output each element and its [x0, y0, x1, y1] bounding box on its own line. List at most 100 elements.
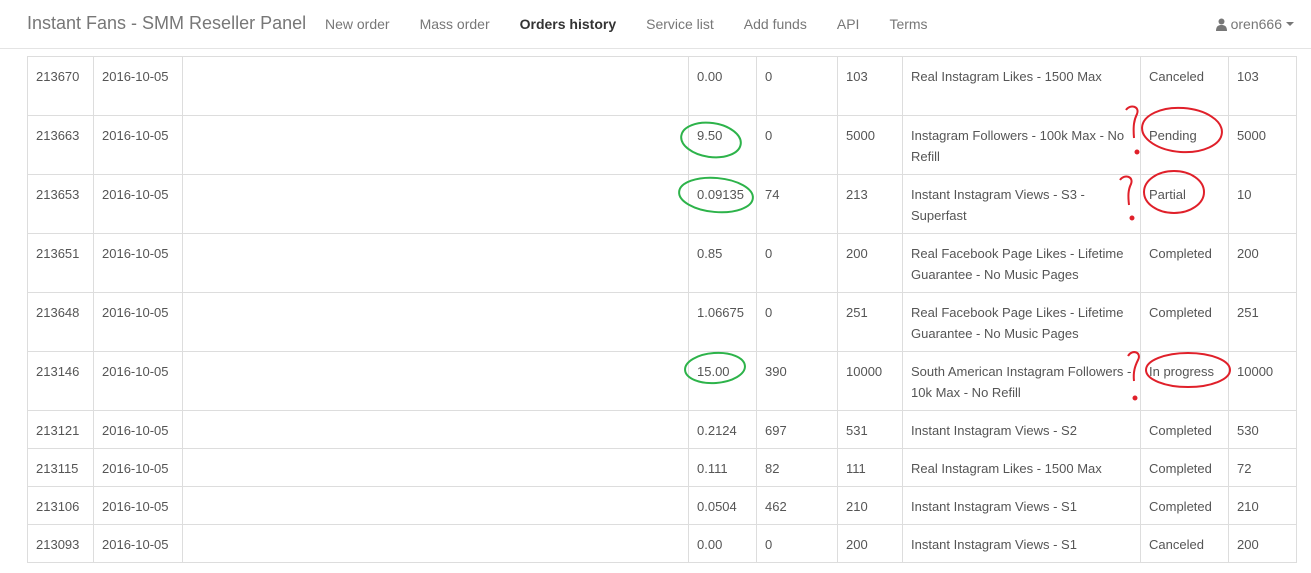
orders-table-wrapper: 213670 2016-10-05 0.00 0 103 Real Instagram L… [27, 56, 1297, 563]
top-navbar: Instant Fans - SMM Reseller Panel New or… [0, 0, 1311, 49]
order-id-cell: 213653 [27, 174, 94, 234]
table-row: 213653 2016-10-05 0.09135 74 213 Instant Inst… [27, 174, 1297, 234]
order-quantity-cell: 111 [837, 448, 903, 487]
order-status-cell: Canceled [1140, 56, 1229, 116]
order-service-cell: Instagram Followers - 100k Max - No Refi… [902, 115, 1141, 175]
table-row: 213115 2016-10-05 0.111 82 111 Real Instagram… [27, 448, 1297, 487]
orders-table: 213670 2016-10-05 0.00 0 103 Real Instagram L… [27, 56, 1297, 563]
order-remains-cell: 200 [1228, 524, 1297, 563]
nav-add-funds[interactable]: Add funds [744, 16, 807, 32]
order-start-count-cell: 390 [756, 351, 838, 411]
order-id-cell: 213106 [27, 486, 94, 525]
order-link-cell [182, 56, 689, 116]
order-date-cell: 2016-10-05 [93, 115, 183, 175]
nav-service-list[interactable]: Service list [646, 16, 714, 32]
order-charge-cell: 15.00 [688, 351, 757, 411]
order-start-count-cell: 0 [756, 524, 838, 563]
table-row: 213651 2016-10-05 0.85 0 200 Real Facebook Pa… [27, 233, 1297, 293]
order-status-cell: Canceled [1140, 524, 1229, 563]
order-status-cell: Completed [1140, 486, 1229, 525]
user-menu-dropdown[interactable]: oren666 [1215, 16, 1294, 32]
order-date-cell: 2016-10-05 [93, 174, 183, 234]
order-date-cell: 2016-10-05 [93, 524, 183, 563]
order-date-cell: 2016-10-05 [93, 486, 183, 525]
order-service-cell: Real Facebook Page Likes - Lifetime Guar… [902, 233, 1141, 293]
order-service-cell: Instant Instagram Views - S3 - Superfast [902, 174, 1141, 234]
order-status-cell: Completed [1140, 410, 1229, 449]
order-remains-cell: 251 [1228, 292, 1297, 352]
order-status-cell: Completed [1140, 292, 1229, 352]
order-id-cell: 213670 [27, 56, 94, 116]
order-link-cell [182, 486, 689, 525]
order-id-cell: 213648 [27, 292, 94, 352]
table-row: 213106 2016-10-05 0.0504 462 210 Instant Inst… [27, 486, 1297, 525]
order-id-cell: 213663 [27, 115, 94, 175]
nav-terms[interactable]: Terms [889, 16, 927, 32]
order-start-count-cell: 462 [756, 486, 838, 525]
order-start-count-cell: 0 [756, 56, 838, 116]
table-row: 213663 2016-10-05 9.50 0 5000 Instagram Follo… [27, 115, 1297, 175]
order-charge-cell: 0.00 [688, 56, 757, 116]
order-remains-cell: 10 [1228, 174, 1297, 234]
order-date-cell: 2016-10-05 [93, 410, 183, 449]
order-id-cell: 213093 [27, 524, 94, 563]
order-quantity-cell: 200 [837, 233, 903, 293]
table-row: 213093 2016-10-05 0.00 0 200 Instant Instagra… [27, 524, 1297, 563]
order-status-cell: Completed [1140, 448, 1229, 487]
order-link-cell [182, 233, 689, 293]
nav-orders-history[interactable]: Orders history [520, 16, 616, 32]
main-nav: New order Mass order Orders history Serv… [325, 16, 928, 32]
order-link-cell [182, 524, 689, 563]
order-charge-cell: 9.50 [688, 115, 757, 175]
chevron-down-icon [1286, 22, 1294, 26]
order-remains-cell: 10000 [1228, 351, 1297, 411]
order-service-cell: South American Instagram Followers - 10k… [902, 351, 1141, 411]
order-start-count-cell: 82 [756, 448, 838, 487]
order-date-cell: 2016-10-05 [93, 448, 183, 487]
order-quantity-cell: 103 [837, 56, 903, 116]
order-date-cell: 2016-10-05 [93, 351, 183, 411]
table-row: 213146 2016-10-05 15.00 390 10000 South Ameri… [27, 351, 1297, 411]
order-status-cell: Pending [1140, 115, 1229, 175]
order-charge-cell: 0.0504 [688, 486, 757, 525]
order-link-cell [182, 292, 689, 352]
order-service-cell: Instant Instagram Views - S1 [902, 524, 1141, 563]
nav-new-order[interactable]: New order [325, 16, 390, 32]
order-status-cell: Completed [1140, 233, 1229, 293]
order-quantity-cell: 251 [837, 292, 903, 352]
user-icon [1215, 18, 1227, 31]
order-service-cell: Real Instagram Likes - 1500 Max [902, 448, 1141, 487]
order-remains-cell: 200 [1228, 233, 1297, 293]
order-service-cell: Real Instagram Likes - 1500 Max [902, 56, 1141, 116]
nav-api[interactable]: API [837, 16, 860, 32]
order-date-cell: 2016-10-05 [93, 233, 183, 293]
order-quantity-cell: 531 [837, 410, 903, 449]
order-link-cell [182, 410, 689, 449]
order-charge-cell: 0.00 [688, 524, 757, 563]
order-start-count-cell: 0 [756, 233, 838, 293]
order-charge-cell: 0.2124 [688, 410, 757, 449]
order-remains-cell: 210 [1228, 486, 1297, 525]
order-service-cell: Instant Instagram Views - S1 [902, 486, 1141, 525]
order-link-cell [182, 115, 689, 175]
order-start-count-cell: 0 [756, 292, 838, 352]
order-charge-cell: 0.111 [688, 448, 757, 487]
order-status-cell: Partial [1140, 174, 1229, 234]
order-charge-cell: 1.06675 [688, 292, 757, 352]
table-row: 213121 2016-10-05 0.2124 697 531 Instant Inst… [27, 410, 1297, 449]
order-link-cell [182, 448, 689, 487]
user-name: oren666 [1230, 16, 1282, 32]
order-id-cell: 213121 [27, 410, 94, 449]
order-date-cell: 2016-10-05 [93, 292, 183, 352]
orders-table-body: 213670 2016-10-05 0.00 0 103 Real Instagram L… [27, 56, 1297, 563]
order-link-cell [182, 174, 689, 234]
order-remains-cell: 103 [1228, 56, 1297, 116]
order-service-cell: Real Facebook Page Likes - Lifetime Guar… [902, 292, 1141, 352]
order-link-cell [182, 351, 689, 411]
order-status-cell: In progress [1140, 351, 1229, 411]
brand-title[interactable]: Instant Fans - SMM Reseller Panel [27, 13, 306, 34]
order-quantity-cell: 213 [837, 174, 903, 234]
order-remains-cell: 530 [1228, 410, 1297, 449]
order-start-count-cell: 697 [756, 410, 838, 449]
nav-mass-order[interactable]: Mass order [420, 16, 490, 32]
